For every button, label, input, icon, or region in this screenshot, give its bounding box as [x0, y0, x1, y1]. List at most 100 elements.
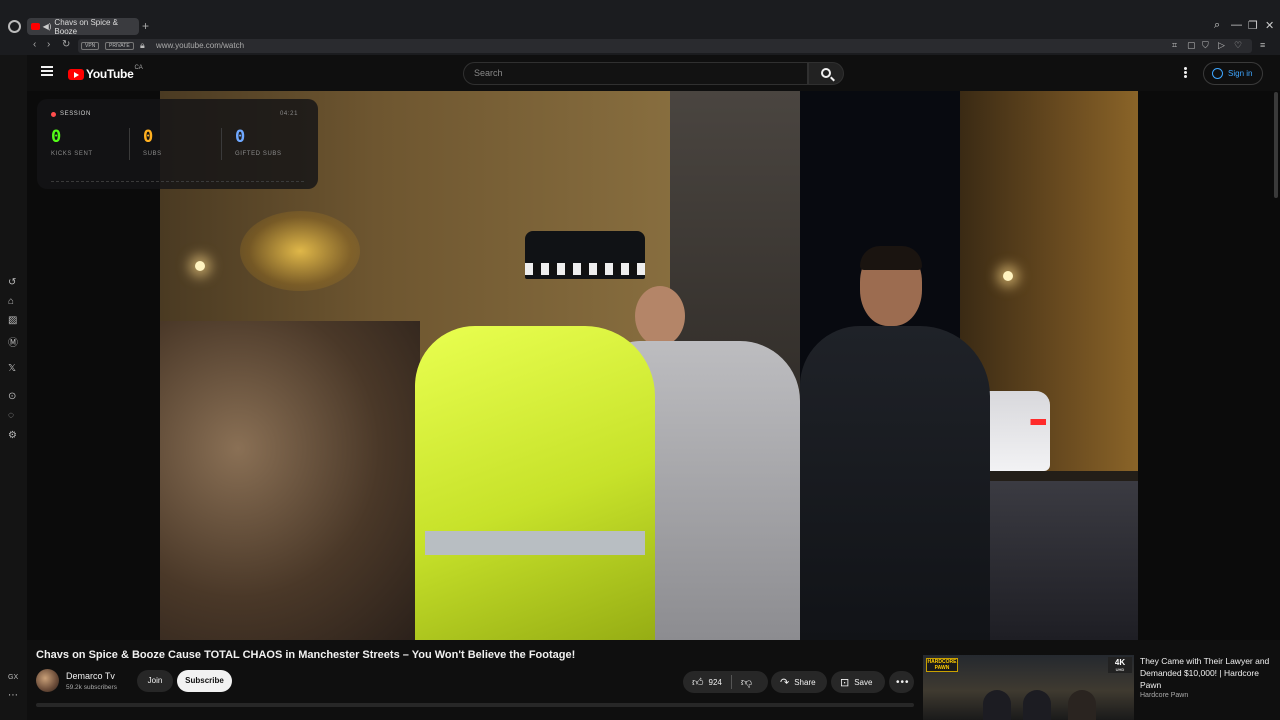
recommendation-thumbnail[interactable]: HARDCORE PAWN 4K UHD: [923, 655, 1134, 720]
lock-icon[interactable]: 🔒︎: [140, 40, 145, 51]
street-lamp: [1003, 271, 1013, 281]
reflective-stripe: [425, 531, 645, 555]
hair: [860, 246, 922, 270]
search-icon: [821, 68, 831, 78]
restore-icon[interactable]: ❐: [1248, 19, 1258, 32]
person: [983, 690, 1011, 720]
heart-icon[interactable]: ♡: [1234, 40, 1242, 51]
kicks-label: KICKS SENT: [51, 151, 93, 157]
overlay-dashed-line: [51, 181, 304, 182]
share-label: Share: [794, 677, 816, 687]
chat-icon[interactable]: ◌: [8, 410, 14, 421]
youtube-play-icon: [68, 68, 84, 80]
badge-4k-text: 4K: [1114, 658, 1126, 667]
session-timer: 04:21: [280, 111, 299, 117]
save-button[interactable]: ⊡ Save: [831, 671, 885, 693]
stripes-icon[interactable]: ▨: [8, 315, 17, 326]
recommendation-title[interactable]: They Came with Their Lawyer and Demanded…: [1140, 655, 1270, 691]
join-button[interactable]: Join: [137, 670, 173, 692]
box-icon[interactable]: ⌂: [8, 296, 14, 307]
menu-icon[interactable]: ≡: [1260, 40, 1265, 50]
shield-icon[interactable]: ⛉: [1202, 40, 1209, 51]
play-circle-icon[interactable]: ⊙: [8, 391, 16, 402]
subs-label: SUBS: [143, 151, 162, 157]
youtube-logo-word: YouTube: [86, 67, 134, 81]
crowd: [160, 321, 420, 640]
browser-sidebar: [0, 55, 27, 720]
gifted-value: 0: [235, 127, 246, 147]
url-field[interactable]: [78, 39, 1252, 53]
like-dislike-group: 👍︎ 924 👎︎: [683, 671, 768, 693]
gx-label[interactable]: GX: [8, 674, 18, 681]
recommendation-channel[interactable]: Hardcore Pawn: [1140, 692, 1188, 699]
overlay-divider: [129, 128, 130, 160]
subs-value: 0: [143, 127, 154, 147]
opera-logo-icon[interactable]: [8, 20, 21, 33]
new-tab-button[interactable]: +: [142, 19, 149, 33]
kicks-value: 0: [51, 127, 62, 147]
settings-kebab-icon[interactable]: [1184, 67, 1187, 79]
page-scrollbar[interactable]: [1274, 92, 1278, 198]
tab-search-icon[interactable]: ⌕: [1214, 19, 1220, 32]
badge-4k-sub: UHD: [1115, 667, 1125, 672]
thumbs-down-icon[interactable]: 👎︎: [741, 676, 752, 689]
badge-4k: 4K UHD: [1108, 657, 1132, 673]
history-icon[interactable]: ↺: [8, 277, 16, 288]
user-icon: [1212, 68, 1223, 79]
subscribe-button[interactable]: Subscribe: [177, 670, 232, 692]
hi-vis-jacket: [415, 326, 655, 640]
man-puffer-jacket: [800, 246, 990, 640]
m-icon[interactable]: Ⓜ: [8, 334, 18, 349]
sidebar-more-icon[interactable]: ⋯: [8, 690, 18, 701]
channel-avatar[interactable]: [36, 669, 59, 692]
region-code: CA: [134, 65, 143, 71]
browser-tab-active[interactable]: ◀) Chavs on Spice & Booze: [27, 17, 139, 36]
minimize-icon[interactable]: —: [1231, 19, 1242, 31]
url-text[interactable]: www.youtube.com/watch: [156, 41, 244, 50]
share-button[interactable]: ↷ Share: [771, 671, 827, 693]
thumbs-up-icon[interactable]: 👍︎: [692, 676, 704, 689]
browser-tab-bar: [0, 0, 1280, 38]
x-logo-icon[interactable]: 𝕏: [8, 363, 16, 374]
private-badge: PRIVATE: [105, 42, 134, 50]
gifted-label: GIFTED SUBS: [235, 151, 282, 157]
checkered-band: [525, 263, 645, 275]
bookmark-icon: ⊡: [840, 676, 850, 689]
player-icon[interactable]: ▷: [1218, 40, 1225, 51]
back-icon[interactable]: ‹: [33, 39, 36, 50]
settings-icon[interactable]: ⚙: [8, 430, 17, 441]
youtube-favicon-icon: [31, 23, 40, 30]
live-dot: [51, 112, 56, 117]
hamburger-menu-icon[interactable]: [41, 66, 53, 76]
channel-name[interactable]: Demarco Tv: [66, 671, 115, 681]
person: [1068, 690, 1096, 720]
share-icon: ↷: [780, 676, 790, 689]
subscriber-count: 59.2k subscribers: [66, 684, 117, 691]
street-lamp: [195, 261, 205, 271]
neon-sign: [240, 211, 360, 291]
search-input[interactable]: Search: [463, 62, 808, 85]
session-label: SESSION: [60, 111, 91, 117]
sign-in-label: Sign in: [1228, 69, 1253, 78]
like-separator: [730, 675, 732, 689]
youtube-logo[interactable]: YouTube CA: [68, 65, 143, 81]
like-count[interactable]: 924: [709, 678, 722, 687]
more-actions-button[interactable]: •••: [889, 671, 914, 693]
tab-title: Chavs on Spice & Booze: [54, 17, 119, 36]
close-window-icon[interactable]: ✕: [1265, 19, 1274, 32]
search-button[interactable]: [808, 62, 844, 85]
show-logo-badge: HARDCORE PAWN: [926, 658, 958, 672]
snapshot-icon[interactable]: ▢: [1187, 40, 1196, 51]
description-box-edge[interactable]: [36, 703, 914, 707]
body: [800, 326, 990, 640]
save-label: Save: [854, 677, 873, 687]
reload-icon[interactable]: ↻: [62, 39, 70, 50]
sign-in-button[interactable]: Sign in: [1203, 62, 1263, 85]
forward-icon[interactable]: ›: [47, 39, 50, 50]
person: [1023, 690, 1051, 720]
police-officer: [405, 231, 655, 640]
vpn-badge[interactable]: VPN: [81, 42, 100, 50]
speaker-icon[interactable]: ◀): [43, 22, 52, 31]
camera-icon[interactable]: ⌗: [1172, 40, 1177, 51]
overlay-divider: [221, 128, 222, 160]
